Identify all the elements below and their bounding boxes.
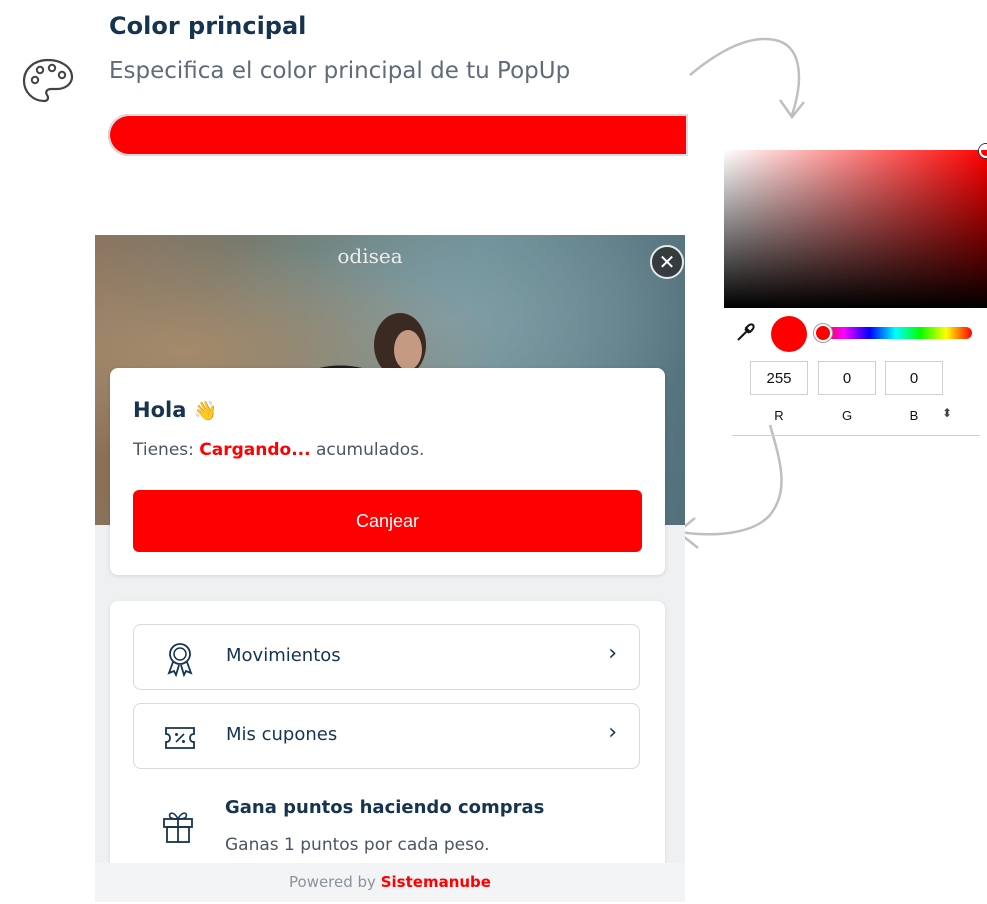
popup-preview: odisea ✕ Hola 👋 Tienes: Cargando... acum… — [95, 235, 685, 902]
main-color-input[interactable] — [108, 114, 688, 156]
saturation-handle[interactable] — [979, 144, 987, 158]
coupon-icon — [165, 727, 195, 749]
chevron-right-icon: › — [608, 641, 617, 666]
format-toggle-icon[interactable]: ⬍ — [942, 406, 952, 420]
greeting-heading: Hola 👋 — [133, 398, 217, 422]
earn-description: Ganas 1 puntos por cada peso. — [225, 835, 490, 855]
menu-item-movimientos[interactable]: Movimientos › — [133, 624, 640, 690]
menu-item-label: Mis cupones — [226, 724, 338, 745]
arrow-decoration-icon — [689, 37, 805, 120]
balance-prefix: Tienes: — [133, 440, 194, 460]
palette-icon — [22, 58, 74, 103]
divider — [732, 435, 980, 436]
gift-icon — [163, 812, 193, 843]
blue-value-input[interactable]: 0 — [885, 361, 943, 395]
section-title: Color principal — [109, 12, 307, 40]
chevron-right-icon: › — [608, 720, 617, 745]
earn-title: Gana puntos haciendo compras — [225, 797, 545, 818]
wave-icon: 👋 — [193, 400, 218, 422]
eyedropper-icon[interactable] — [736, 322, 756, 342]
blue-label: B — [909, 408, 919, 423]
hue-slider[interactable] — [819, 327, 972, 339]
award-icon — [167, 643, 193, 677]
balance-value: Cargando... — [199, 440, 311, 460]
section-subtitle: Especifica el color principal de tu PopU… — [109, 58, 571, 84]
menu-item-label: Movimientos — [226, 645, 341, 666]
brand-logo: odisea — [337, 244, 403, 268]
greeting-text: Hola — [133, 398, 187, 422]
color-swatch — [771, 316, 807, 352]
powered-by-footer: Powered by Sistemanube — [95, 863, 685, 902]
green-value-input[interactable]: 0 — [818, 361, 876, 395]
menu-item-cupones[interactable]: Mis cupones › — [133, 703, 640, 769]
balance-text: Tienes: Cargando... acumulados. — [133, 440, 424, 460]
menu-card: Movimientos › Mis cupones › Gana puntos … — [110, 601, 665, 881]
hue-slider-handle[interactable] — [814, 324, 832, 342]
footer-brand-link[interactable]: Sistemanube — [381, 873, 491, 891]
redeem-button[interactable]: Canjear — [133, 490, 642, 552]
balance-card: Hola 👋 Tienes: Cargando... acumulados. C… — [110, 368, 665, 575]
saturation-value-area[interactable] — [724, 144, 987, 308]
balance-suffix: acumulados. — [315, 440, 425, 460]
red-value-input[interactable]: 255 — [750, 361, 808, 395]
color-picker: 255 0 0 R G B ⬍ — [724, 144, 987, 450]
red-label: R — [774, 408, 784, 423]
close-button[interactable]: ✕ — [650, 245, 684, 279]
footer-prefix: Powered by — [289, 873, 376, 891]
green-label: G — [841, 408, 853, 423]
